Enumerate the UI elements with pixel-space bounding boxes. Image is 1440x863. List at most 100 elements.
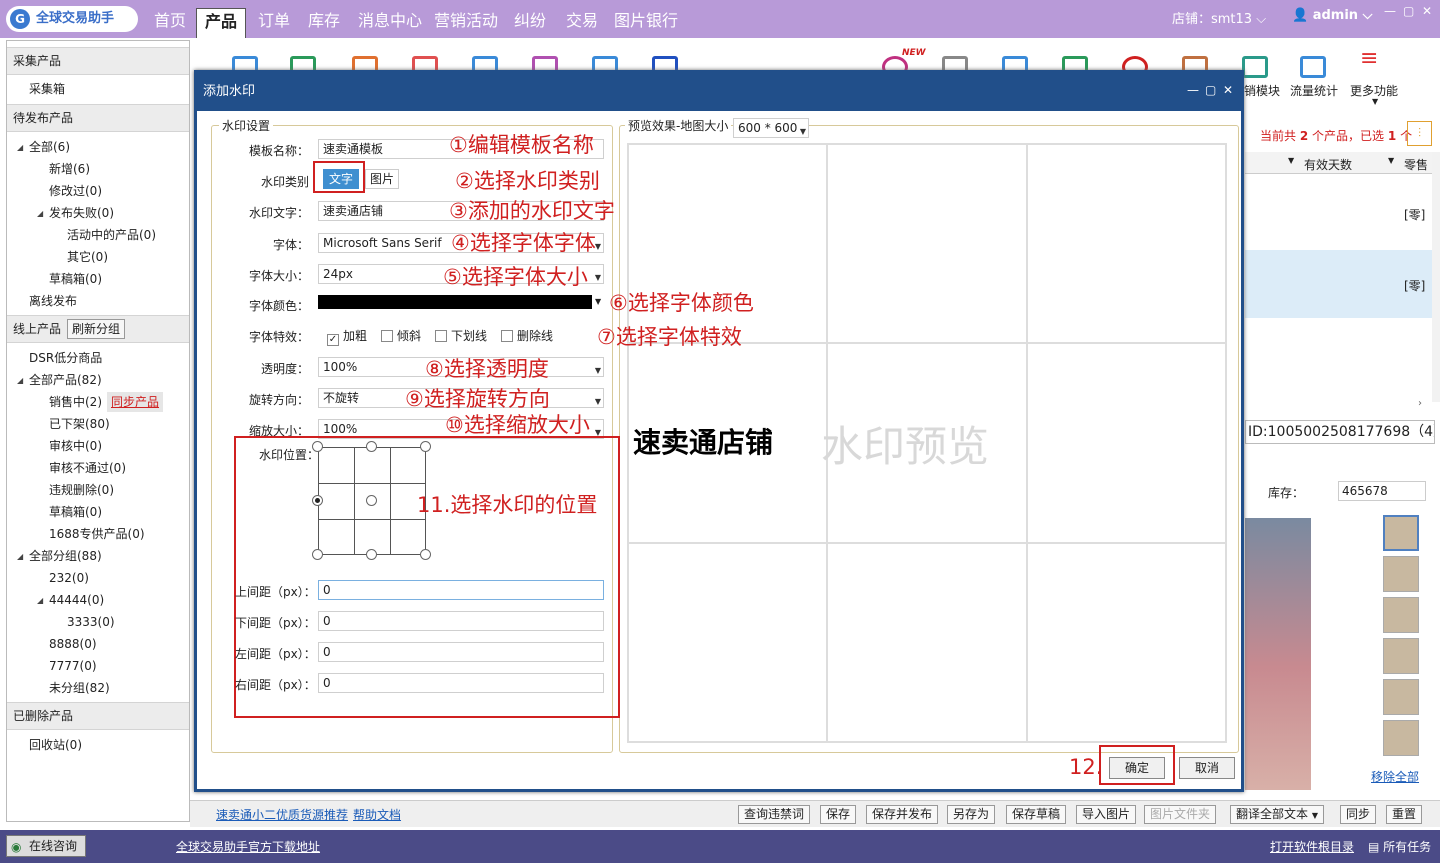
translate-all-button[interactable]: 翻译全部文本 ▼ [1230,805,1324,824]
col-valid-days[interactable]: 有效天数 [1304,156,1352,173]
section-online-title[interactable]: 线上产品 [13,322,61,336]
save-draft-button[interactable]: 保存草稿 [1006,805,1067,824]
image-folder-button[interactable]: 图片文件夹 [1144,805,1217,824]
sidebar-item-new[interactable]: 新增(6) [49,159,90,179]
chevron-right-icon[interactable]: › [1418,398,1422,409]
sidebar-item-recycle[interactable]: 回收站(0) [29,735,82,755]
sidebar-item-pending-all[interactable]: 全部(6) [29,137,70,157]
app-logo[interactable]: G 全球交易助手 [6,6,138,32]
sidebar-item-groups-all[interactable]: 全部分组(88) [29,546,102,566]
open-root-dir-link[interactable]: 打开软件根目录 [1270,838,1354,855]
ok-button[interactable]: 确定 [1109,757,1165,779]
tab-home[interactable]: 首页 [152,8,188,38]
sidebar-item-online-all[interactable]: 全部产品(82) [29,370,102,390]
preview-size-select[interactable]: 600 * 600 ▼ [733,118,809,138]
close-icon[interactable]: ✕ [1223,83,1233,97]
save-publish-button[interactable]: 保存并发布 [866,805,939,824]
maximize-icon[interactable]: ▢ [1403,4,1414,18]
position-bottom-right[interactable] [420,549,431,560]
expand-icon[interactable]: ◢ [37,209,43,218]
sidebar-item-online-draft[interactable]: 草稿箱(0) [49,502,102,522]
thumbnail[interactable] [1383,515,1419,551]
expand-icon[interactable]: ◢ [17,376,23,385]
section-deleted[interactable]: 已删除产品 [7,702,189,730]
reset-button[interactable]: 重置 [1386,805,1423,824]
position-center[interactable] [366,495,377,506]
table-row-cell[interactable]: [零] [1404,206,1425,223]
user-menu[interactable]: 👤 admin ⌵ [1292,8,1372,23]
sidebar-item-rejected[interactable]: 审核不通过(0) [49,458,126,478]
expand-icon[interactable]: ◢ [17,143,23,152]
table-row-cell[interactable]: [零] [1404,277,1425,294]
margin-bottom-input[interactable]: 0 [318,611,604,631]
sidebar-item-selling[interactable]: 销售中(2) [49,392,102,412]
expand-icon[interactable]: ◢ [37,596,43,605]
close-icon[interactable]: ✕ [1422,4,1432,18]
scrollbar[interactable] [1432,152,1440,402]
bold-checkbox[interactable]: ✓ 加粗 [327,327,367,346]
product-main-image[interactable] [1245,518,1311,790]
section-collect[interactable]: 采集产品 [7,47,189,75]
margin-top-input[interactable]: 0 [318,580,604,600]
sidebar-item-group-8888[interactable]: 8888(0) [49,634,97,654]
download-link[interactable]: 全球交易助手官方下载地址 [176,838,320,855]
import-image-button[interactable]: 导入图片 [1076,805,1137,824]
position-bottom-left[interactable] [312,549,323,560]
sidebar-item-pending-draft[interactable]: 草稿箱(0) [49,269,102,289]
sidebar-item-failed[interactable]: 发布失败(0) [49,203,114,223]
margin-left-input[interactable]: 0 [318,642,604,662]
sidebar-item-group-44444[interactable]: 44444(0) [49,590,104,610]
margin-right-input[interactable]: 0 [318,673,604,693]
type-text-button[interactable]: 文字 [323,169,359,189]
save-button[interactable]: 保存 [820,805,857,824]
shop-selector[interactable]: 店铺：smt13 ⌵ [1172,8,1266,27]
sidebar-item-group-232[interactable]: 232(0) [49,568,89,588]
sidebar-item-other[interactable]: 其它(0) [67,247,108,267]
tab-marketing[interactable]: 营销活动 [432,8,500,38]
refresh-group-button[interactable]: 刷新分组 [67,319,126,339]
thumbnail[interactable] [1383,720,1419,756]
font-color-swatch[interactable] [318,295,592,309]
supply-recommend-link[interactable]: 速卖通小二优质货源推荐 [216,806,348,823]
sidebar-item-group-3333[interactable]: 3333(0) [67,612,115,632]
check-banned-words-button[interactable]: 查询违禁词 [738,805,811,824]
strike-checkbox[interactable]: 删除线 [501,327,553,344]
maximize-icon[interactable]: ▢ [1205,83,1216,97]
minimize-icon[interactable]: — [1384,4,1396,18]
sidebar-item-active[interactable]: 活动中的产品(0) [67,225,156,245]
thumbnail[interactable] [1383,556,1419,592]
tab-messages[interactable]: 消息中心 [356,8,424,38]
sidebar-item-collect-box[interactable]: 采集箱 [29,79,65,99]
position-top-center[interactable] [366,441,377,452]
sort-icon[interactable]: ▼ [1288,156,1294,165]
sync-product-link[interactable]: 同步产品 [107,392,164,412]
tab-inventory[interactable]: 库存 [306,8,342,38]
sort-icon[interactable]: ▼ [1388,156,1394,165]
traffic-stats-icon[interactable] [1300,56,1326,78]
sidebar-item-reviewing[interactable]: 审核中(0) [49,436,102,456]
position-top-right[interactable] [420,441,431,452]
stock-input[interactable]: 465678 [1338,481,1426,501]
remove-all-link[interactable]: 移除全部 [1371,768,1419,785]
module-icon[interactable] [1242,56,1268,78]
more-menu-icon[interactable]: ≡ [1360,48,1386,70]
sidebar-item-dsr[interactable]: DSR低分商品 [29,348,102,368]
sidebar-item-offline[interactable]: 离线发布 [29,291,77,311]
sidebar-item-ungrouped[interactable]: 未分组(82) [49,678,110,698]
sidebar-item-violation[interactable]: 违规删除(0) [49,480,114,500]
sidebar-item-group-7777[interactable]: 7777(0) [49,656,97,676]
underline-checkbox[interactable]: 下划线 [435,327,487,344]
sync-button[interactable]: 同步 [1340,805,1377,824]
col-retail[interactable]: 零售 [1404,156,1428,173]
position-bottom-center[interactable] [366,549,377,560]
minimize-icon[interactable]: — [1187,83,1199,97]
help-doc-link[interactable]: 帮助文档 [353,806,401,823]
thumbnail[interactable] [1383,597,1419,633]
save-as-button[interactable]: 另存为 [947,805,996,824]
tab-orders[interactable]: 订单 [256,8,292,38]
sidebar-item-modified[interactable]: 修改过(0) [49,181,102,201]
online-consult-button[interactable]: ◉ 在线咨询 [6,835,86,857]
all-tasks-button[interactable]: ▤ 所有任务 [1368,838,1431,855]
chevron-down-icon[interactable]: ▼ [595,297,601,306]
position-middle-left[interactable] [312,495,323,506]
